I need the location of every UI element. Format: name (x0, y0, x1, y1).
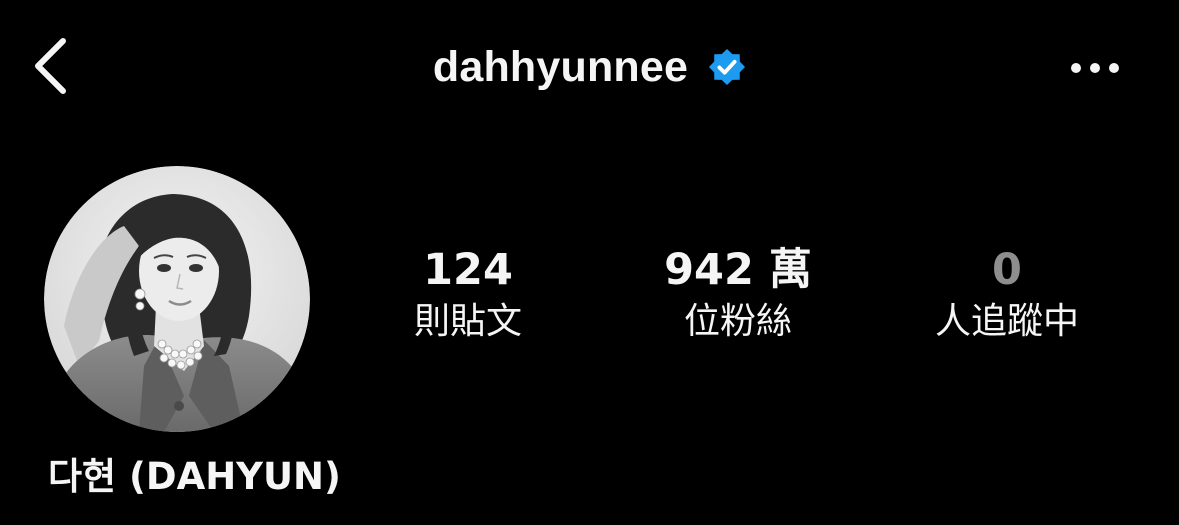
followers-label: 位粉絲 (683, 301, 792, 342)
profile-header: dahhyunnee (0, 0, 1179, 135)
display-name: 다현 (DAHYUN) (48, 455, 341, 498)
username-title: dahhyunnee (432, 42, 689, 91)
following-stat[interactable]: 0 人追蹤中 (897, 244, 1117, 344)
posts-stat[interactable]: 124 則貼文 (358, 244, 578, 344)
following-label: 人追蹤中 (934, 301, 1079, 342)
avatar[interactable] (44, 166, 310, 432)
followers-count: 942 萬 (664, 245, 812, 295)
more-horizontal-icon (1071, 63, 1119, 73)
following-count: 0 (992, 245, 1022, 295)
more-options-button[interactable] (1060, 40, 1130, 96)
posts-label: 則貼文 (413, 301, 522, 342)
verified-badge-icon (708, 48, 746, 86)
header-title: dahhyunnee (0, 36, 1179, 98)
followers-stat[interactable]: 942 萬 位粉絲 (628, 244, 848, 344)
profile-photo (44, 166, 310, 432)
posts-count: 124 (423, 245, 513, 295)
